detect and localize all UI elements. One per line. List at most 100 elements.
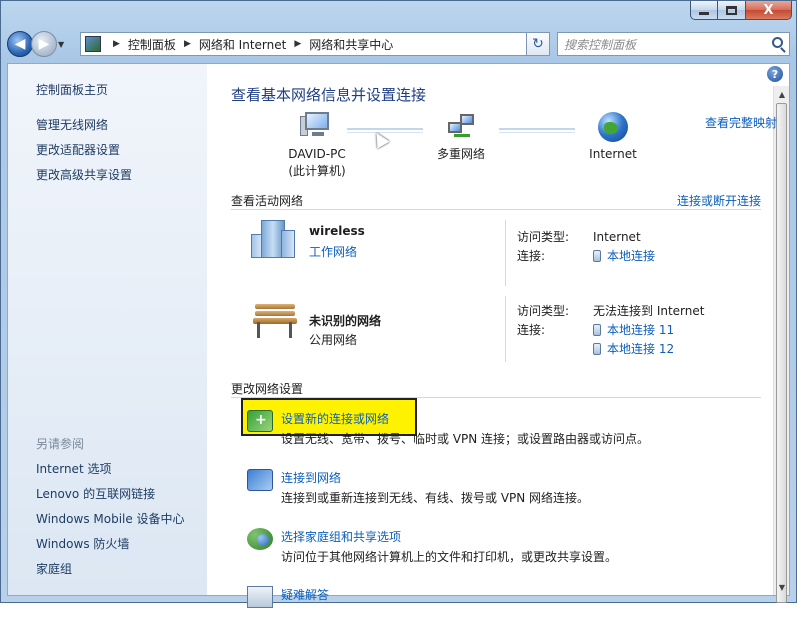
- map-link-line: [347, 128, 423, 133]
- network-type: 公用网络: [309, 333, 358, 347]
- task-title[interactable]: 设置新的连接或网络: [281, 410, 389, 427]
- see-also-internet-options[interactable]: Internet 选项: [36, 457, 185, 482]
- network-row-wireless: wireless 工作网络 访问类型: Internet 连接: 本地连接: [251, 220, 761, 290]
- active-networks-header: 查看活动网络 连接或断开连接: [231, 192, 761, 210]
- access-type-value: Internet: [593, 230, 641, 244]
- minimize-icon: [699, 11, 709, 15]
- access-type-label: 访问类型:: [517, 230, 570, 244]
- connection-icon: [593, 324, 601, 336]
- network-info: 访问类型: Internet 连接: 本地连接: [517, 228, 655, 266]
- map-node-internet[interactable]: Internet: [581, 112, 645, 163]
- connect-network-icon: [247, 469, 273, 491]
- task-description: 连接到或重新连接到无线、有线、拨号或 VPN 网络连接。: [281, 491, 590, 505]
- public-network-icon: [251, 304, 299, 344]
- control-panel-icon: [85, 36, 101, 52]
- close-button[interactable]: X: [746, 1, 792, 20]
- connect-disconnect-link[interactable]: 连接或断开连接: [672, 192, 761, 209]
- network-name: 未识别的网络: [309, 314, 382, 328]
- task-new-connection[interactable]: 设置新的连接或网络 设置无线、宽带、拨号、临时或 VPN 连接；或设置路由器或访…: [247, 410, 761, 450]
- internet-node-label: Internet: [589, 147, 637, 161]
- active-networks-title: 查看活动网络: [231, 194, 308, 208]
- maximize-button[interactable]: [718, 1, 746, 20]
- sidebar-item-advanced-sharing[interactable]: 更改高级共享设置: [36, 163, 207, 188]
- page-title: 查看基本网络信息并设置连接: [231, 86, 427, 104]
- scroll-down-icon[interactable]: ▼: [774, 579, 790, 595]
- see-also-firewall[interactable]: Windows 防火墙: [36, 532, 185, 557]
- main-panel: ? ▲ ▼ 查看基本网络信息并设置连接 查看完整映射 DAVID-PC (此计算…: [207, 64, 791, 608]
- see-also-lenovo-link[interactable]: Lenovo 的互联网链接: [36, 482, 185, 507]
- sidebar-item-change-adapter[interactable]: 更改适配器设置: [36, 138, 207, 163]
- chevron-right-icon[interactable]: ▶: [294, 39, 301, 49]
- change-settings-header: 更改网络设置: [231, 380, 761, 398]
- navigation-bar: ◀ ▶ ▼ ▶ 控制面板 ▶ 网络和 Internet ▶ 网络和共享中心 ▼ …: [7, 29, 790, 59]
- breadcrumb-control-panel[interactable]: 控制面板: [128, 36, 176, 53]
- network-info: 访问类型: 无法连接到 Internet 连接: 本地连接 11 本地连接 12: [517, 302, 704, 359]
- computer-name: DAVID-PC: [288, 147, 346, 161]
- address-bar[interactable]: ▶ 控制面板 ▶ 网络和 Internet ▶ 网络和共享中心 ▼: [80, 32, 550, 56]
- multiple-networks-icon: [444, 112, 478, 142]
- see-also-homegroup[interactable]: 家庭组: [36, 557, 185, 582]
- network-node-label: 多重网络: [436, 147, 485, 161]
- computer-subtitle: (此计算机): [288, 164, 346, 178]
- refresh-button[interactable]: ↻: [526, 32, 550, 56]
- homegroup-icon: [247, 528, 273, 550]
- see-also-section: 另请参阅 Internet 选项 Lenovo 的互联网链接 Windows M…: [36, 432, 185, 582]
- network-map: DAVID-PC (此计算机) 多重网络 Internet: [231, 112, 791, 192]
- divider: [505, 220, 506, 286]
- connection-link[interactable]: 本地连接: [607, 249, 655, 263]
- task-homegroup[interactable]: 选择家庭组和共享选项 访问位于其他网络计算机上的文件和打印机，或更改共享设置。: [247, 528, 761, 568]
- search-icon[interactable]: [772, 37, 783, 48]
- connections-label: 连接:: [517, 323, 546, 337]
- sidebar-item-manage-wireless[interactable]: 管理无线网络: [36, 113, 207, 138]
- map-node-computer[interactable]: DAVID-PC (此计算机): [277, 112, 357, 180]
- minimize-button[interactable]: [690, 1, 718, 20]
- forward-button[interactable]: ▶: [31, 31, 57, 57]
- breadcrumb-network-internet[interactable]: 网络和 Internet: [199, 36, 286, 53]
- search-input[interactable]: 搜索控制面板: [557, 32, 790, 56]
- recent-pages-dropdown[interactable]: ▼: [58, 40, 70, 49]
- connections-label: 连接:: [517, 249, 546, 263]
- task-troubleshoot[interactable]: 疑难解答: [247, 586, 761, 626]
- new-connection-icon: [247, 410, 273, 432]
- network-name: wireless: [309, 224, 365, 238]
- back-button[interactable]: ◀: [7, 31, 33, 57]
- connection-link[interactable]: 本地连接 12: [607, 342, 674, 356]
- connection-icon: [593, 250, 601, 262]
- forward-arrow-icon: ▶: [38, 36, 50, 52]
- back-arrow-icon: ◀: [14, 36, 26, 52]
- network-type-link[interactable]: 工作网络: [309, 243, 357, 260]
- task-title[interactable]: 选择家庭组和共享选项: [281, 528, 401, 545]
- globe-icon: [598, 112, 628, 142]
- computer-icon: [300, 112, 334, 142]
- task-description: 访问位于其他网络计算机上的文件和打印机，或更改共享设置。: [281, 550, 618, 564]
- task-title[interactable]: 疑难解答: [281, 586, 329, 603]
- divider: [505, 296, 506, 362]
- refresh-icon: ↻: [532, 36, 544, 52]
- chevron-right-icon[interactable]: ▶: [113, 39, 120, 49]
- chevron-right-icon[interactable]: ▶: [184, 39, 191, 49]
- search-placeholder: 搜索控制面板: [564, 37, 637, 52]
- work-network-icon: [251, 220, 297, 260]
- task-connect-network[interactable]: 连接到网络 连接到或重新连接到无线、有线、拨号或 VPN 网络连接。: [247, 469, 761, 509]
- help-icon[interactable]: ?: [767, 66, 783, 82]
- maximize-icon: [726, 5, 737, 15]
- see-also-windows-mobile[interactable]: Windows Mobile 设备中心: [36, 507, 185, 532]
- sidebar: 控制面板主页 管理无线网络 更改适配器设置 更改高级共享设置 另请参阅 Inte…: [8, 64, 207, 595]
- network-row-unidentified: 未识别的网络 公用网络 访问类型: 无法连接到 Internet 连接: 本地连接 …: [251, 296, 761, 366]
- task-title[interactable]: 连接到网络: [281, 469, 341, 486]
- window: X ◀ ▶ ▼ ▶ 控制面板 ▶ 网络和 Internet ▶ 网络和共享中心 …: [0, 0, 797, 608]
- close-icon: X: [763, 2, 774, 18]
- map-link-line: [499, 128, 575, 133]
- content-area: 控制面板主页 管理无线网络 更改适配器设置 更改高级共享设置 另请参阅 Inte…: [7, 63, 791, 608]
- sidebar-item-control-panel-home[interactable]: 控制面板主页: [36, 78, 207, 103]
- change-settings-title: 更改网络设置: [231, 382, 308, 396]
- access-type-value: 无法连接到 Internet: [593, 304, 705, 318]
- map-node-network[interactable]: 多重网络: [429, 112, 493, 163]
- breadcrumb-network-sharing-center[interactable]: 网络和共享中心: [309, 36, 393, 53]
- troubleshoot-icon: [247, 586, 273, 608]
- connection-icon: [593, 343, 601, 355]
- caption-buttons: X: [690, 1, 792, 20]
- task-description: 设置无线、宽带、拨号、临时或 VPN 连接；或设置路由器或访问点。: [281, 432, 650, 446]
- scroll-up-icon[interactable]: ▲: [774, 86, 790, 102]
- connection-link[interactable]: 本地连接 11: [607, 323, 674, 337]
